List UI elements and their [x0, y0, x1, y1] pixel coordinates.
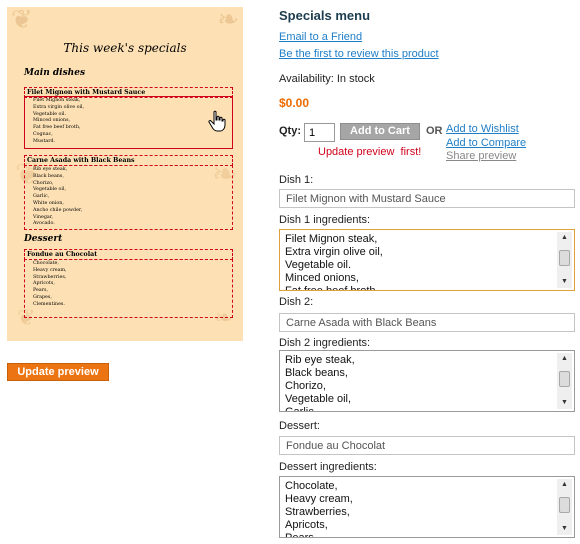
preview-ingredient-line: Pears,: [33, 288, 48, 294]
scroll-up-arrow-icon[interactable]: ▲: [557, 479, 572, 491]
dessert-ingredients-label: Dessert ingredients:: [279, 461, 377, 473]
ingredient-line: Fat free beef broth,: [285, 285, 379, 291]
product-title: Specials menu: [279, 8, 371, 23]
preview-ingredient-line: Cognac,: [33, 131, 53, 137]
flourish-ornament-icon: ❦: [11, 7, 33, 35]
preview-ingredient-line: Black beans,: [33, 173, 64, 179]
menu-preview: ❦ ❧ ❦ ❧ ❦ ❧ This week's specials Main di…: [7, 7, 243, 341]
preview-ingredient-line: Heavy cream,: [33, 267, 67, 273]
dish2-ingredients-textarea[interactable]: Rib eye steak, Black beans, Chorizo, Vegeta…: [279, 350, 575, 412]
add-to-wishlist-link[interactable]: Add to Wishlist: [446, 123, 519, 135]
preview-ingredient-line: Strawberries,: [33, 274, 67, 280]
ingredient-line: Chocolate,: [285, 480, 338, 492]
preview-ingredient-line: Vegetable oil,: [33, 187, 67, 193]
availability-status: Availability: In stock: [279, 73, 375, 85]
dessert-input[interactable]: [279, 436, 575, 455]
ingredient-line: Garlic,: [285, 406, 317, 412]
scroll-up-arrow-icon[interactable]: ▲: [557, 353, 572, 365]
dessert-ingredients-textarea[interactable]: Chocolate, Heavy cream, Strawberries, Apric…: [279, 476, 575, 538]
dessert-ingredients-text: Chocolate, Heavy cream, Strawberries, Apric…: [285, 480, 552, 538]
scroll-down-arrow-icon[interactable]: ▼: [557, 523, 572, 535]
dish2-label: Dish 2:: [279, 296, 314, 308]
preview-ingredient-line: Extra virgin olive oil,: [33, 104, 85, 110]
preview-ingredient-line: Garlic,: [33, 194, 50, 200]
preview-section-dessert: Dessert: [24, 234, 63, 244]
scroll-up-arrow-icon[interactable]: ▲: [557, 232, 572, 244]
preview-ingredient-line: White onion,: [33, 200, 64, 206]
ingredient-line: Minced onions,: [285, 272, 359, 284]
scroll-down-arrow-icon[interactable]: ▼: [557, 276, 572, 288]
preview-section-main: Main dishes: [24, 68, 86, 78]
preview-dessert-ingredients[interactable]: Chocolate, Heavy cream, Strawberries, Apric…: [24, 259, 233, 318]
ingredient-line: Pears,: [285, 532, 317, 538]
write-review-link[interactable]: Be the first to review this product: [279, 48, 439, 60]
preview-dish2-ingredients[interactable]: Rib eye steak, Black beans, Chorizo, Vegeta…: [24, 165, 233, 230]
dish1-ingredients-text: Filet Mignon steak, Extra virgin olive oi…: [285, 233, 552, 291]
dish2-ingredients-text: Rib eye steak, Black beans, Chorizo, Vegeta…: [285, 354, 552, 412]
ingredient-line: Vegetable oil.: [285, 259, 352, 271]
scrollbar-thumb[interactable]: [559, 371, 570, 387]
scrollbar-thumb[interactable]: [559, 250, 570, 266]
preview-dish1-ingredients[interactable]: Filet Mignon steak, Extra virgin olive oi…: [24, 96, 233, 149]
preview-ingredient-line: Vinegar,: [33, 214, 54, 220]
update-preview-button[interactable]: Update preview: [7, 363, 109, 381]
flourish-ornament-icon: ❧: [217, 7, 239, 35]
preview-ingredient-line: Clementines.: [33, 301, 65, 307]
preview-ingredient-line: Ancho chile powder,: [33, 207, 83, 213]
preview-ingredient-line: Grapes,: [33, 294, 52, 300]
dessert-ingredients-scrollbar[interactable]: ▲ ▼: [557, 479, 572, 535]
ingredient-line: Filet Mignon steak,: [285, 233, 378, 245]
scroll-down-arrow-icon[interactable]: ▼: [557, 397, 572, 409]
hand-cursor-icon: [208, 110, 226, 132]
qty-input[interactable]: [304, 123, 335, 142]
dish1-input[interactable]: [279, 189, 575, 208]
ingredient-line: Apricots,: [285, 519, 328, 531]
scrollbar-thumb[interactable]: [559, 497, 570, 513]
dish2-ingredients-scrollbar[interactable]: ▲ ▼: [557, 353, 572, 409]
preview-ingredient-line: Apricots,: [33, 281, 55, 287]
ingredient-line: Extra virgin olive oil,: [285, 246, 383, 258]
email-to-friend-link[interactable]: Email to a Friend: [279, 31, 362, 43]
dish1-ingredients-label: Dish 1 ingredients:: [279, 214, 371, 226]
dessert-label: Dessert:: [279, 420, 320, 432]
ingredient-line: Heavy cream,: [285, 493, 353, 505]
preview-ingredient-line: Fat free beef broth,: [33, 125, 81, 131]
price: $0.00: [279, 96, 310, 110]
dish1-ingredients-scrollbar[interactable]: ▲ ▼: [557, 232, 572, 288]
dish1-label: Dish 1:: [279, 174, 314, 186]
preview-ingredient-line: Mustard.: [33, 138, 56, 144]
ingredient-line: Chorizo,: [285, 380, 326, 392]
ingredient-line: Vegetable oil,: [285, 393, 352, 405]
qty-label: Qty:: [279, 125, 301, 137]
ingredient-line: Rib eye steak,: [285, 354, 355, 366]
ingredient-line: Black beans,: [285, 367, 348, 379]
preview-ingredient-line: Chocolate,: [33, 261, 59, 266]
or-label: OR: [426, 125, 443, 137]
update-preview-notice: Update preview first!: [318, 146, 422, 158]
add-to-cart-button[interactable]: Add to Cart: [340, 123, 420, 140]
dish2-input[interactable]: [279, 313, 575, 332]
preview-ingredient-line: Avocado.: [33, 221, 55, 227]
preview-ingredient-line: Filet Mignon steak,: [33, 98, 81, 103]
add-to-compare-link[interactable]: Add to Compare: [446, 137, 526, 149]
preview-ingredient-line: Rib eye steak,: [33, 167, 68, 172]
preview-title: This week's specials: [63, 41, 187, 55]
dish2-ingredients-label: Dish 2 ingredients:: [279, 337, 371, 349]
dish1-ingredients-textarea[interactable]: Filet Mignon steak, Extra virgin olive oi…: [279, 229, 575, 291]
ingredient-line: Strawberries,: [285, 506, 350, 518]
share-preview-link[interactable]: Share preview: [446, 150, 516, 162]
